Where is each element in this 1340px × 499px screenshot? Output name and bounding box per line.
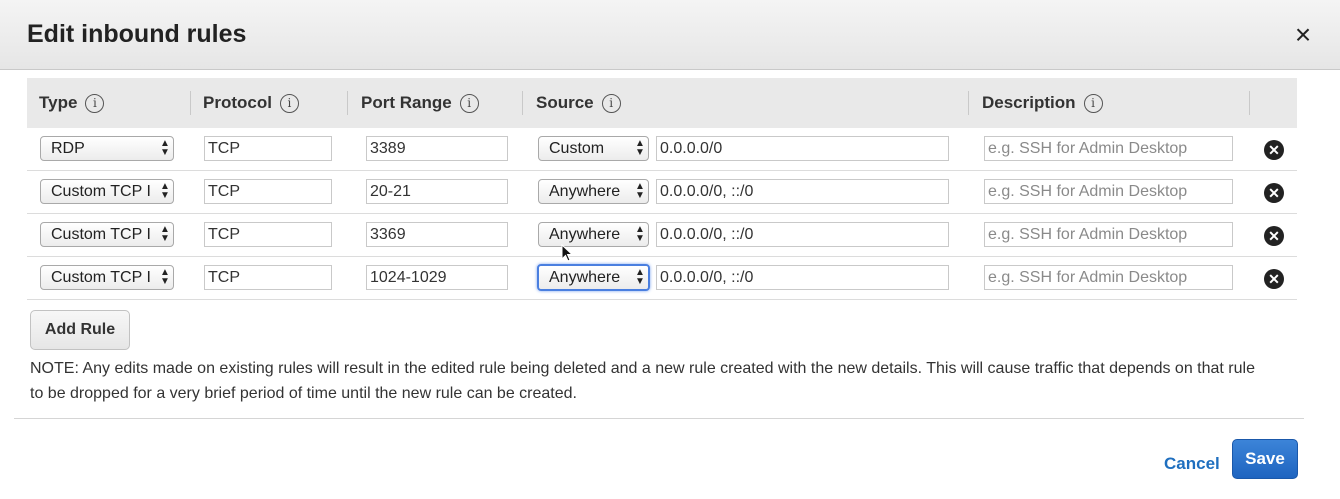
type-select-value: Custom TCP I [51, 226, 151, 243]
description-input[interactable]: e.g. SSH for Admin Desktop [984, 136, 1233, 161]
type-select-value: Custom TCP I [51, 183, 151, 200]
select-arrows-icon: ▲ ▼ [160, 267, 170, 287]
source-select-value: Custom [549, 140, 605, 157]
protocol-field[interactable]: TCP [204, 222, 332, 247]
select-arrows-icon: ▲ ▼ [160, 138, 170, 158]
info-icon[interactable]: i [1083, 93, 1103, 113]
protocol-field[interactable]: TCP [204, 136, 332, 161]
dialog-header: Edit inbound rules × [0, 0, 1340, 70]
info-icon[interactable]: i [85, 93, 105, 113]
footer-divider [14, 418, 1304, 419]
header-port-range: Port Range i [361, 78, 479, 128]
type-select[interactable]: RDP ▲ ▼ [40, 136, 174, 161]
cancel-button[interactable]: Cancel [1164, 454, 1220, 474]
header-protocol-label: Protocol [203, 93, 272, 112]
source-select[interactable]: Custom ▲ ▼ [538, 136, 649, 161]
select-arrows-icon: ▲ ▼ [635, 267, 645, 287]
mouse-cursor-icon [561, 244, 574, 262]
type-select-value: RDP [51, 140, 85, 157]
column-divider [1249, 91, 1250, 115]
header-protocol: Protocol i [203, 78, 299, 128]
source-cidr-input[interactable]: 0.0.0.0/0, ::/0 [656, 179, 949, 204]
source-cidr-input[interactable]: 0.0.0.0/0, ::/0 [656, 265, 949, 290]
port-range-input[interactable]: 1024-1029 [366, 265, 508, 290]
edit-warning-note: NOTE: Any edits made on existing rules w… [30, 360, 1255, 402]
description-input[interactable]: e.g. SSH for Admin Desktop [984, 222, 1233, 247]
description-input[interactable]: e.g. SSH for Admin Desktop [984, 265, 1233, 290]
source-cidr-input[interactable]: 0.0.0.0/0 [656, 136, 949, 161]
info-icon[interactable]: i [279, 93, 299, 113]
info-icon[interactable]: i [601, 93, 621, 113]
header-source-label: Source [536, 93, 594, 112]
column-divider [522, 91, 523, 115]
type-select[interactable]: Custom TCP I ▲ ▼ [40, 179, 174, 204]
dialog-title: Edit inbound rules [27, 20, 247, 48]
column-divider [190, 91, 191, 115]
rule-row: Custom TCP I ▲ ▼ TCP 20-21 Anywhere ▲ ▼ 0.… [27, 171, 1297, 214]
port-range-input[interactable]: 3369 [366, 222, 508, 247]
close-icon[interactable]: × [1288, 20, 1318, 50]
column-divider [968, 91, 969, 115]
rules-table: Type i Protocol i Port Range i Source i … [27, 78, 1297, 300]
description-input[interactable]: e.g. SSH for Admin Desktop [984, 179, 1233, 204]
port-range-input[interactable]: 3389 [366, 136, 508, 161]
header-description: Description i [982, 78, 1103, 128]
type-select-value: Custom TCP I [51, 269, 151, 286]
info-icon[interactable]: i [459, 93, 479, 113]
source-select-value: Anywhere [549, 226, 621, 243]
delete-rule-icon[interactable]: ✕ [1264, 226, 1284, 246]
header-type: Type i [39, 78, 105, 128]
delete-rule-icon[interactable]: ✕ [1264, 183, 1284, 203]
header-source: Source i [536, 78, 621, 128]
select-arrows-icon: ▲ ▼ [160, 181, 170, 201]
select-arrows-icon: ▲ ▼ [635, 181, 645, 201]
header-port-range-label: Port Range [361, 93, 452, 112]
protocol-field[interactable]: TCP [204, 265, 332, 290]
source-select-value: Anywhere [549, 269, 621, 286]
header-description-label: Description [982, 93, 1076, 112]
delete-rule-icon[interactable]: ✕ [1264, 269, 1284, 289]
port-range-input[interactable]: 20-21 [366, 179, 508, 204]
select-arrows-icon: ▲ ▼ [635, 138, 645, 158]
rule-row: RDP ▲ ▼ TCP 3389 Custom ▲ ▼ 0.0.0.0/0 e.g.… [27, 128, 1297, 171]
type-select[interactable]: Custom TCP I ▲ ▼ [40, 222, 174, 247]
save-button[interactable]: Save [1232, 439, 1298, 479]
source-select[interactable]: Anywhere ▲ ▼ [538, 179, 649, 204]
header-type-label: Type [39, 93, 78, 112]
protocol-field[interactable]: TCP [204, 179, 332, 204]
table-header: Type i Protocol i Port Range i Source i … [27, 78, 1297, 128]
rule-row: Custom TCP I ▲ ▼ TCP 3369 Anywhere ▲ ▼ 0.0… [27, 214, 1297, 257]
select-arrows-icon: ▲ ▼ [160, 224, 170, 244]
rule-row: Custom TCP I ▲ ▼ TCP 1024-1029 Anywhere ▲… [27, 257, 1297, 300]
delete-rule-icon[interactable]: ✕ [1264, 140, 1284, 160]
source-select[interactable]: Anywhere ▲ ▼ [538, 222, 649, 247]
column-divider [347, 91, 348, 115]
select-arrows-icon: ▲ ▼ [635, 224, 645, 244]
source-cidr-input[interactable]: 0.0.0.0/0, ::/0 [656, 222, 949, 247]
type-select[interactable]: Custom TCP I ▲ ▼ [40, 265, 174, 290]
source-select-value: Anywhere [549, 183, 621, 200]
add-rule-button[interactable]: Add Rule [30, 310, 130, 350]
source-select[interactable]: Anywhere ▲ ▼ [537, 264, 650, 291]
